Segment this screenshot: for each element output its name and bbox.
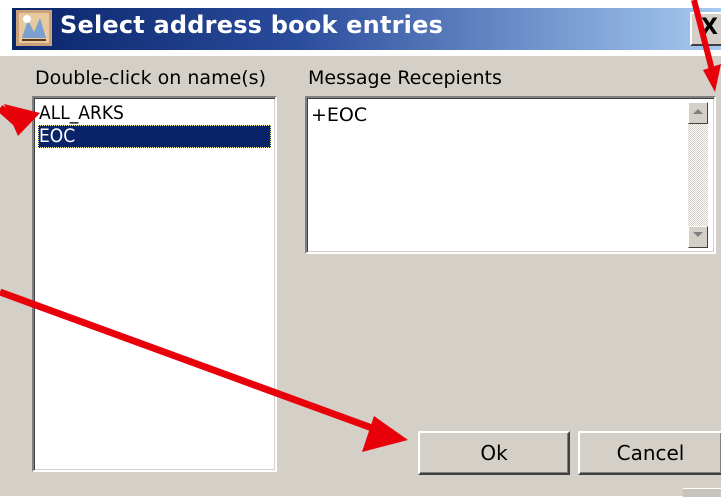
list-item-all-arks[interactable]: ALL_ARKS xyxy=(38,102,271,125)
names-list-label: Double-click on name(s) xyxy=(35,67,266,89)
cancel-button[interactable]: Cancel xyxy=(578,431,721,475)
arrow-down-icon xyxy=(693,232,703,237)
close-button[interactable]: X xyxy=(690,12,721,46)
names-list[interactable]: ALL_ARKS EOC xyxy=(32,96,277,472)
scroll-down-button[interactable] xyxy=(688,226,708,248)
ok-button[interactable]: Ok xyxy=(418,431,570,475)
title-bar: Select address book entries X xyxy=(0,0,721,56)
recipients-text: +EOC xyxy=(311,104,368,126)
recipients-textbox[interactable]: +EOC xyxy=(305,96,716,254)
app-icon xyxy=(16,10,52,46)
window-title: Select address book entries xyxy=(60,11,444,39)
arrow-up-icon xyxy=(693,109,703,114)
scroll-up-button[interactable] xyxy=(688,102,708,124)
address-book-dialog: Select address book entries X Double-cli… xyxy=(0,0,721,497)
recipients-label: Message Recepients xyxy=(308,67,502,89)
list-item-eoc[interactable]: EOC xyxy=(38,125,271,148)
